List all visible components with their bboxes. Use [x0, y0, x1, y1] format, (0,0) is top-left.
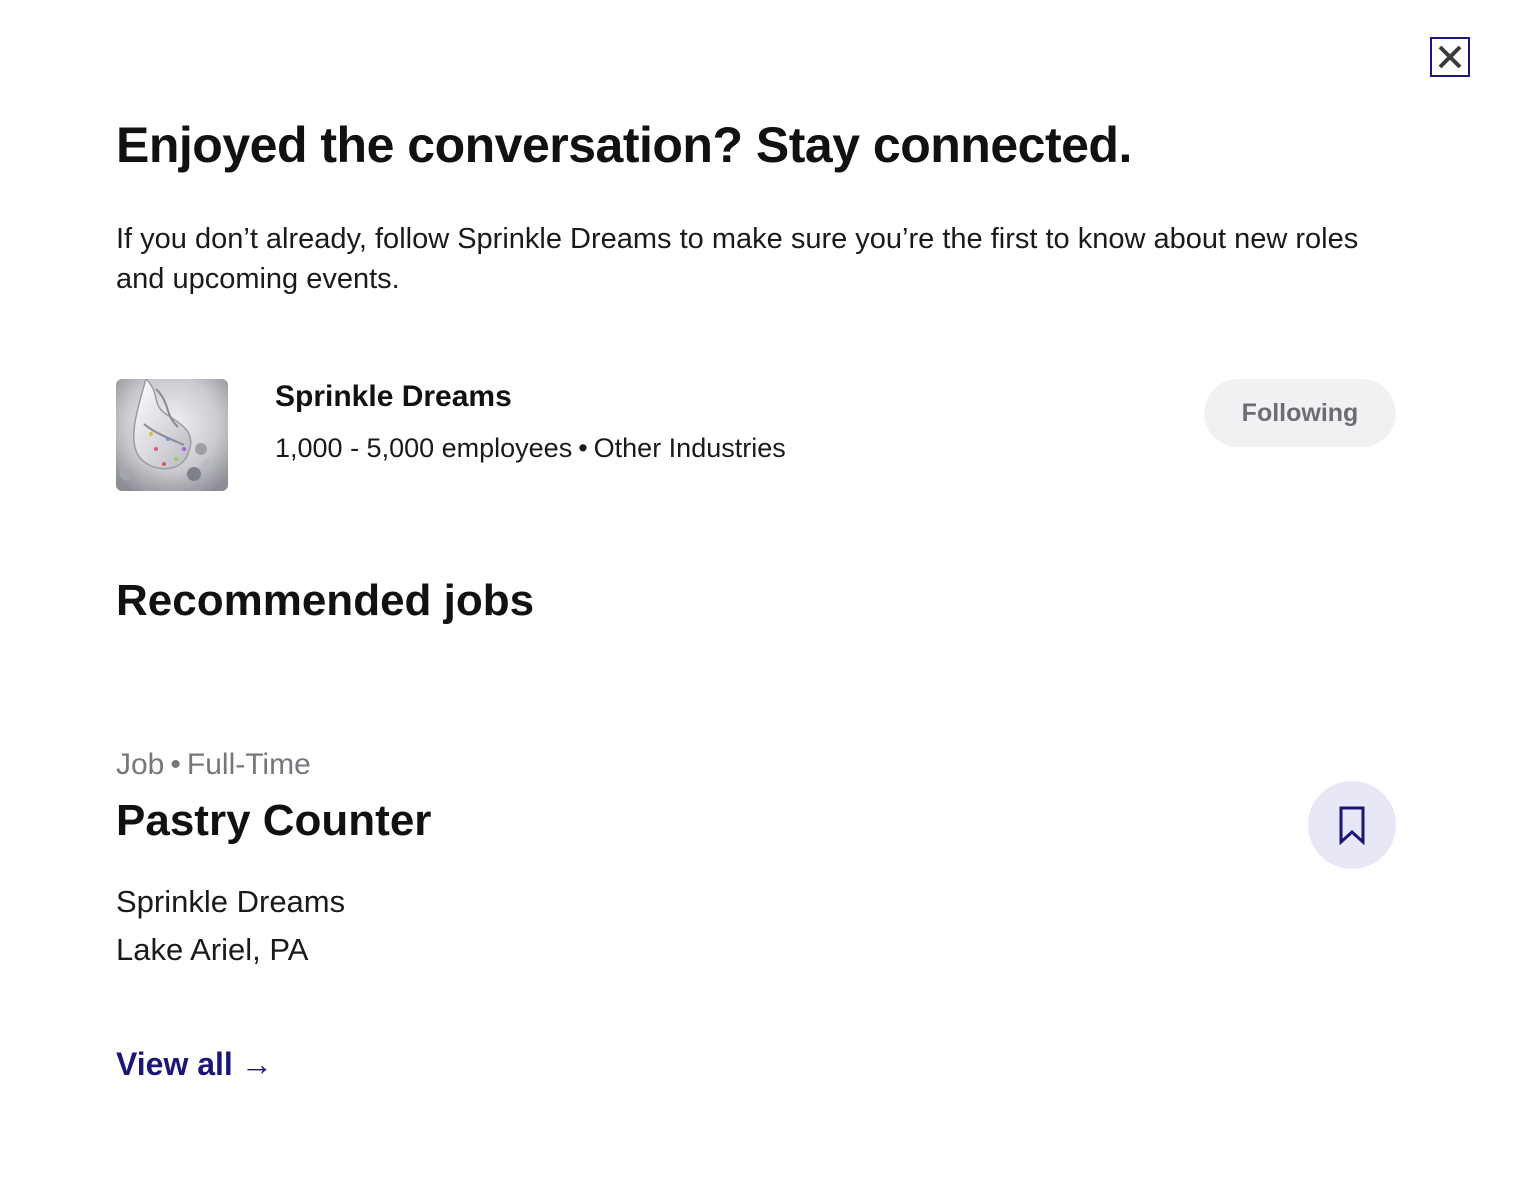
modal-intro-text: If you don’t already, follow Sprinkle Dr…: [116, 223, 1359, 295]
company-employees: 1,000 - 5,000 employees: [275, 433, 573, 463]
view-all-link[interactable]: View all →: [116, 1046, 273, 1083]
company-meta: 1,000 - 5,000 employees • Other Industries: [275, 433, 786, 464]
modal-headline: Enjoyed the conversation? Stay connected…: [116, 117, 1132, 173]
arrow-right-icon: →: [240, 1046, 273, 1082]
stay-connected-modal: Enjoyed the conversation? Stay connected…: [0, 0, 1516, 1204]
save-job-button[interactable]: [1308, 781, 1396, 869]
recommended-jobs-title: Recommended jobs: [116, 576, 535, 625]
close-button[interactable]: [1430, 37, 1470, 77]
job-company: Sprinkle Dreams: [116, 884, 346, 919]
job-meta: Job • Full-Time: [116, 748, 311, 782]
view-all-label: View all: [116, 1046, 233, 1082]
job-schedule: Full-Time: [186, 748, 311, 781]
meta-separator: •: [578, 433, 588, 463]
job-title-link[interactable]: Pastry Counter: [116, 796, 431, 846]
job-type: Job: [116, 748, 165, 781]
job-meta-separator: •: [170, 748, 181, 781]
following-button[interactable]: Following: [1204, 379, 1396, 447]
company-logo: [116, 379, 228, 491]
job-location: Lake Ariel, PA: [116, 932, 309, 967]
bookmark-icon: [1339, 806, 1365, 845]
close-icon: [1438, 45, 1462, 69]
company-industry: Other Industries: [593, 433, 786, 463]
company-name[interactable]: Sprinkle Dreams: [275, 380, 512, 414]
